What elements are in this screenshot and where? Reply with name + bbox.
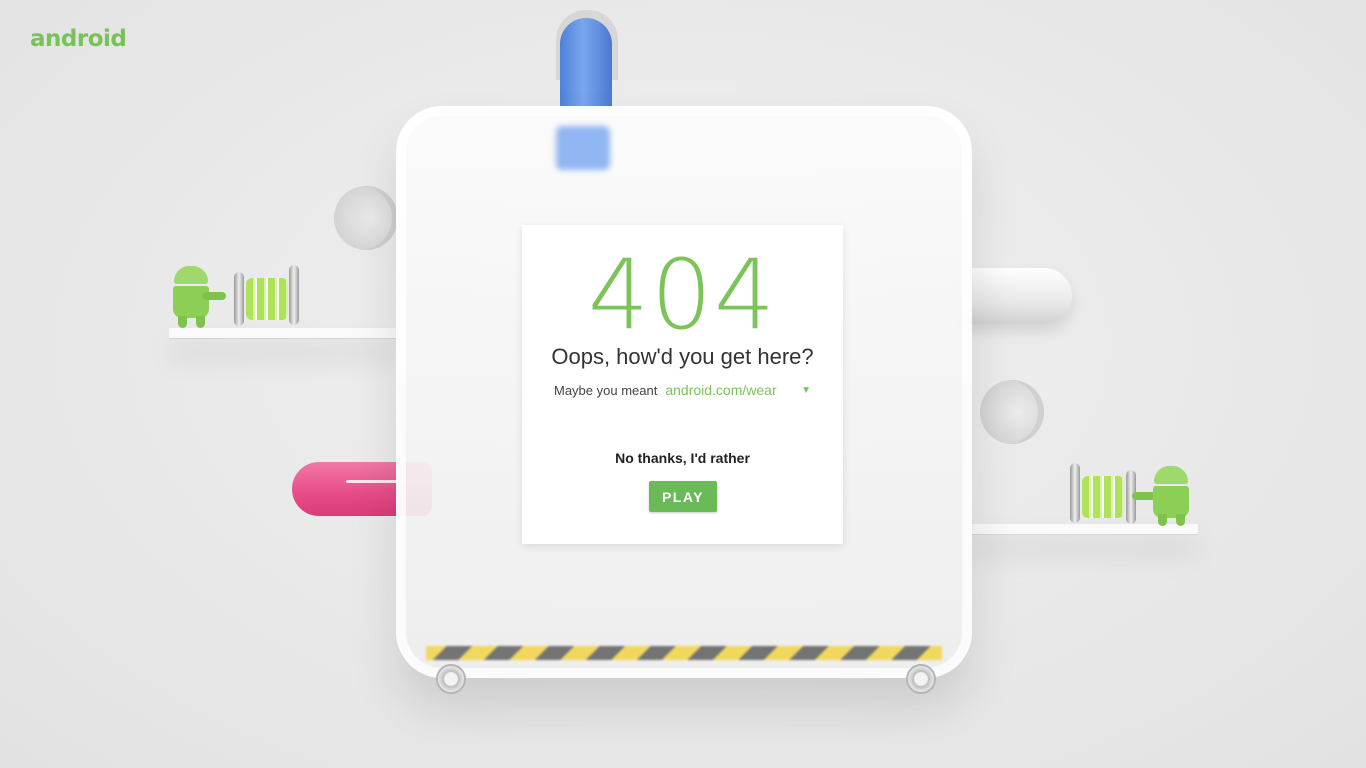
left-shelf [169, 328, 401, 339]
left-spring-cap-a [234, 272, 244, 326]
suggestion-label: Maybe you meant [554, 382, 658, 398]
right-android-robot [1132, 466, 1194, 526]
error-dialog: 404 Oops, how'd you get here? Maybe you … [522, 225, 843, 544]
suggestion-dropdown[interactable]: android.com/wear ▼ [665, 382, 811, 398]
machine-blue-ghost [556, 126, 610, 170]
error-code: 404 [587, 239, 778, 351]
hazard-stripe [426, 646, 942, 660]
left-android-robot [170, 266, 230, 328]
android-logo[interactable]: android [30, 26, 127, 52]
play-button[interactable]: PLAY [649, 481, 717, 512]
white-pipe [960, 268, 1072, 324]
left-spring [246, 278, 288, 320]
left-disc [334, 186, 398, 250]
triangle-down-icon[interactable]: ▼ [801, 385, 811, 396]
left-spring-cap-b [289, 265, 299, 325]
blue-pipe [560, 18, 612, 110]
suggestion-selected-value[interactable]: android.com/wear [665, 382, 776, 398]
suggestion-row: Maybe you meant android.com/wear ▼ [554, 379, 811, 401]
right-spring [1082, 476, 1124, 518]
right-disc [980, 380, 1044, 444]
machine-foot-left [436, 664, 466, 694]
right-spring-cap-a [1070, 463, 1080, 523]
error-headline: Oops, how'd you get here? [551, 344, 814, 369]
error-page-stage: android 404 Oops, how'd you get here? Ma… [0, 0, 1366, 768]
alternative-text: No thanks, I'd rather [615, 450, 750, 466]
machine-foot-right [906, 664, 936, 694]
